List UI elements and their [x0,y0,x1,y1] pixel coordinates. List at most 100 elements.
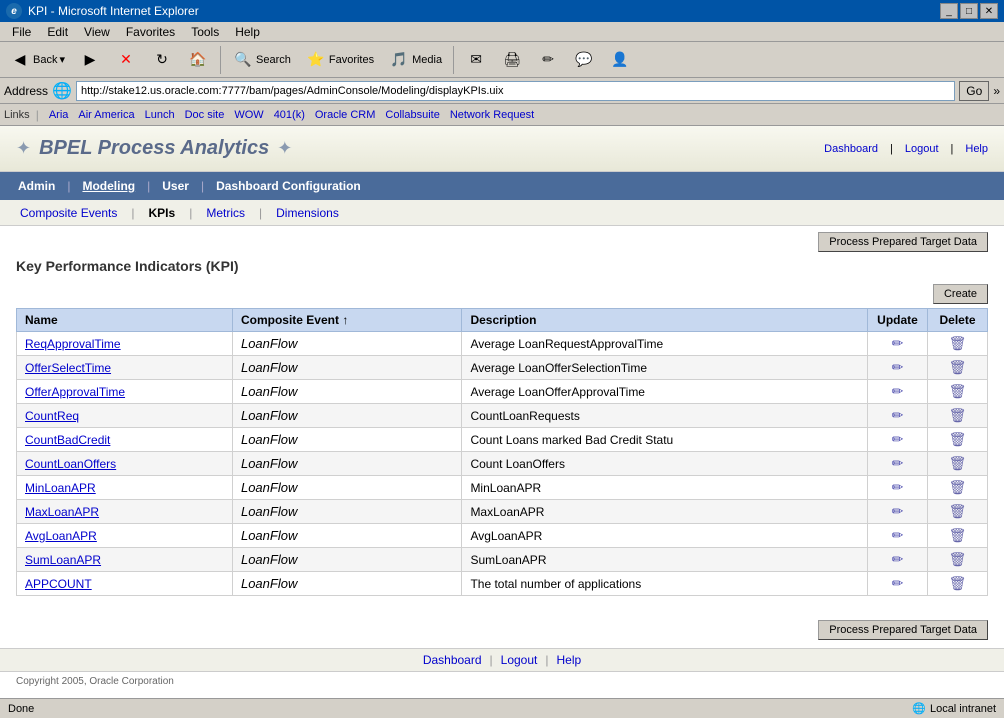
delete-icon[interactable]: 🗑 [949,527,967,543]
delete-icon[interactable]: 🗑 [949,407,967,423]
minimize-button[interactable]: _ [940,3,958,19]
nav-tab-user[interactable]: User [152,175,199,197]
kpi-name-link[interactable]: CountBadCredit [25,433,110,447]
link-wow[interactable]: WOW [230,109,267,121]
kpi-name-link[interactable]: CountLoanOffers [25,457,116,471]
delete-icon[interactable]: 🗑 [949,503,967,519]
sub-tab-metrics[interactable]: Metrics [194,203,257,223]
description-cell: Average LoanRequestApprovalTime [462,332,868,356]
home-button[interactable]: 🏠 [182,46,214,74]
bpel-dashboard-link[interactable]: Dashboard [824,143,878,155]
col-header-composite[interactable]: Composite Event ↑ [232,309,461,332]
print-icon: 🖨 [501,49,523,71]
forward-icon: ▶ [79,49,101,71]
composite-event-value: LoanFlow [241,480,297,495]
link-network-request[interactable]: Network Request [446,109,538,121]
link-collabsuite[interactable]: Collabsuite [381,109,443,121]
messenger-button[interactable]: 👤 [604,46,636,74]
menu-favorites[interactable]: Favorites [118,24,183,40]
stop-button[interactable]: ✕ [110,46,142,74]
description-cell: CountLoanRequests [462,404,868,428]
mail-icon: ✉ [465,49,487,71]
media-button[interactable]: 🎵 Media [383,46,447,74]
update-icon[interactable]: ✏ [892,359,904,375]
bpel-logout-link[interactable]: Logout [905,143,939,155]
delete-icon[interactable]: 🗑 [949,551,967,567]
sub-tabs: Composite Events | KPIs | Metrics | Dime… [0,200,1004,226]
menu-tools[interactable]: Tools [183,24,227,40]
zone-text: Local intranet [930,703,996,715]
table-row: CountLoanOffers LoanFlow Count LoanOffer… [17,452,988,476]
bpel-help-link[interactable]: Help [965,143,988,155]
edit-button[interactable]: ✏ [532,46,564,74]
close-button[interactable]: ✕ [980,3,998,19]
update-icon[interactable]: ✏ [892,407,904,423]
link-oracle-crm[interactable]: Oracle CRM [311,109,380,121]
footer-logout-link[interactable]: Logout [501,653,538,667]
nav-tab-modeling[interactable]: Modeling [72,175,145,197]
print-button[interactable]: 🖨 [496,46,528,74]
delete-icon[interactable]: 🗑 [949,479,967,495]
search-button[interactable]: 🔍 Search [227,46,296,74]
status-bar: Done 🌐 Local intranet [0,698,1004,718]
address-input[interactable] [76,81,955,101]
delete-icon[interactable]: 🗑 [949,575,967,591]
sub-tab-dimensions[interactable]: Dimensions [264,203,351,223]
table-row: MinLoanAPR LoanFlow MinLoanAPR ✏ 🗑 [17,476,988,500]
mail-button[interactable]: ✉ [460,46,492,74]
update-icon[interactable]: ✏ [892,431,904,447]
update-icon[interactable]: ✏ [892,551,904,567]
kpi-name-link[interactable]: OfferApprovalTime [25,385,125,399]
link-lunch[interactable]: Lunch [141,109,179,121]
favorites-button[interactable]: ⭐ Favorites [300,46,379,74]
update-icon[interactable]: ✏ [892,479,904,495]
kpi-name-link[interactable]: MaxLoanAPR [25,505,99,519]
go-button[interactable]: Go [959,81,989,101]
maximize-button[interactable]: □ [960,3,978,19]
kpi-name-link[interactable]: OfferSelectTime [25,361,111,375]
delete-icon[interactable]: 🗑 [949,455,967,471]
menu-edit[interactable]: Edit [39,24,76,40]
update-icon[interactable]: ✏ [892,503,904,519]
back-icon: ◀ [9,49,31,71]
update-icon[interactable]: ✏ [892,383,904,399]
menu-view[interactable]: View [76,24,118,40]
nav-tab-dashboard-config[interactable]: Dashboard Configuration [206,175,371,197]
footer-help-link[interactable]: Help [556,653,581,667]
kpi-name-link[interactable]: SumLoanAPR [25,553,101,567]
delete-icon[interactable]: 🗑 [949,335,967,351]
create-area: Create [16,284,988,304]
delete-icon[interactable]: 🗑 [949,383,967,399]
link-air-america[interactable]: Air America [74,109,138,121]
kpi-name-link[interactable]: AvgLoanAPR [25,529,97,543]
menu-file[interactable]: File [4,24,39,40]
link-aria[interactable]: Aria [45,109,73,121]
update-icon[interactable]: ✏ [892,527,904,543]
kpi-name-link[interactable]: CountReq [25,409,79,423]
delete-icon[interactable]: 🗑 [949,431,967,447]
update-icon[interactable]: ✏ [892,575,904,591]
kpi-name-link[interactable]: MinLoanAPR [25,481,96,495]
nav-tab-admin[interactable]: Admin [8,175,65,197]
process-target-data-button-top[interactable]: Process Prepared Target Data [818,232,988,252]
footer-dashboard-link[interactable]: Dashboard [423,653,482,667]
forward-button[interactable]: ▶ [74,46,106,74]
discuss-button[interactable]: 💬 [568,46,600,74]
update-icon[interactable]: ✏ [892,455,904,471]
back-button[interactable]: ◀ Back ▾ [4,46,70,74]
kpi-name-link[interactable]: APPCOUNT [25,577,92,591]
link-doc-site[interactable]: Doc site [181,109,229,121]
link-401k[interactable]: 401(k) [270,109,309,121]
sub-tab-kpis[interactable]: KPIs [137,203,188,223]
create-button[interactable]: Create [933,284,988,304]
menu-help[interactable]: Help [227,24,268,40]
kpi-name-link[interactable]: ReqApprovalTime [25,337,121,351]
composite-event-value: LoanFlow [241,336,297,351]
process-target-data-button-bottom[interactable]: Process Prepared Target Data [818,620,988,640]
composite-event-value: LoanFlow [241,504,297,519]
description-cell: Count Loans marked Bad Credit Statu [462,428,868,452]
update-icon[interactable]: ✏ [892,335,904,351]
sub-tab-composite-events[interactable]: Composite Events [8,203,129,223]
delete-icon[interactable]: 🗑 [949,359,967,375]
refresh-button[interactable]: ↻ [146,46,178,74]
